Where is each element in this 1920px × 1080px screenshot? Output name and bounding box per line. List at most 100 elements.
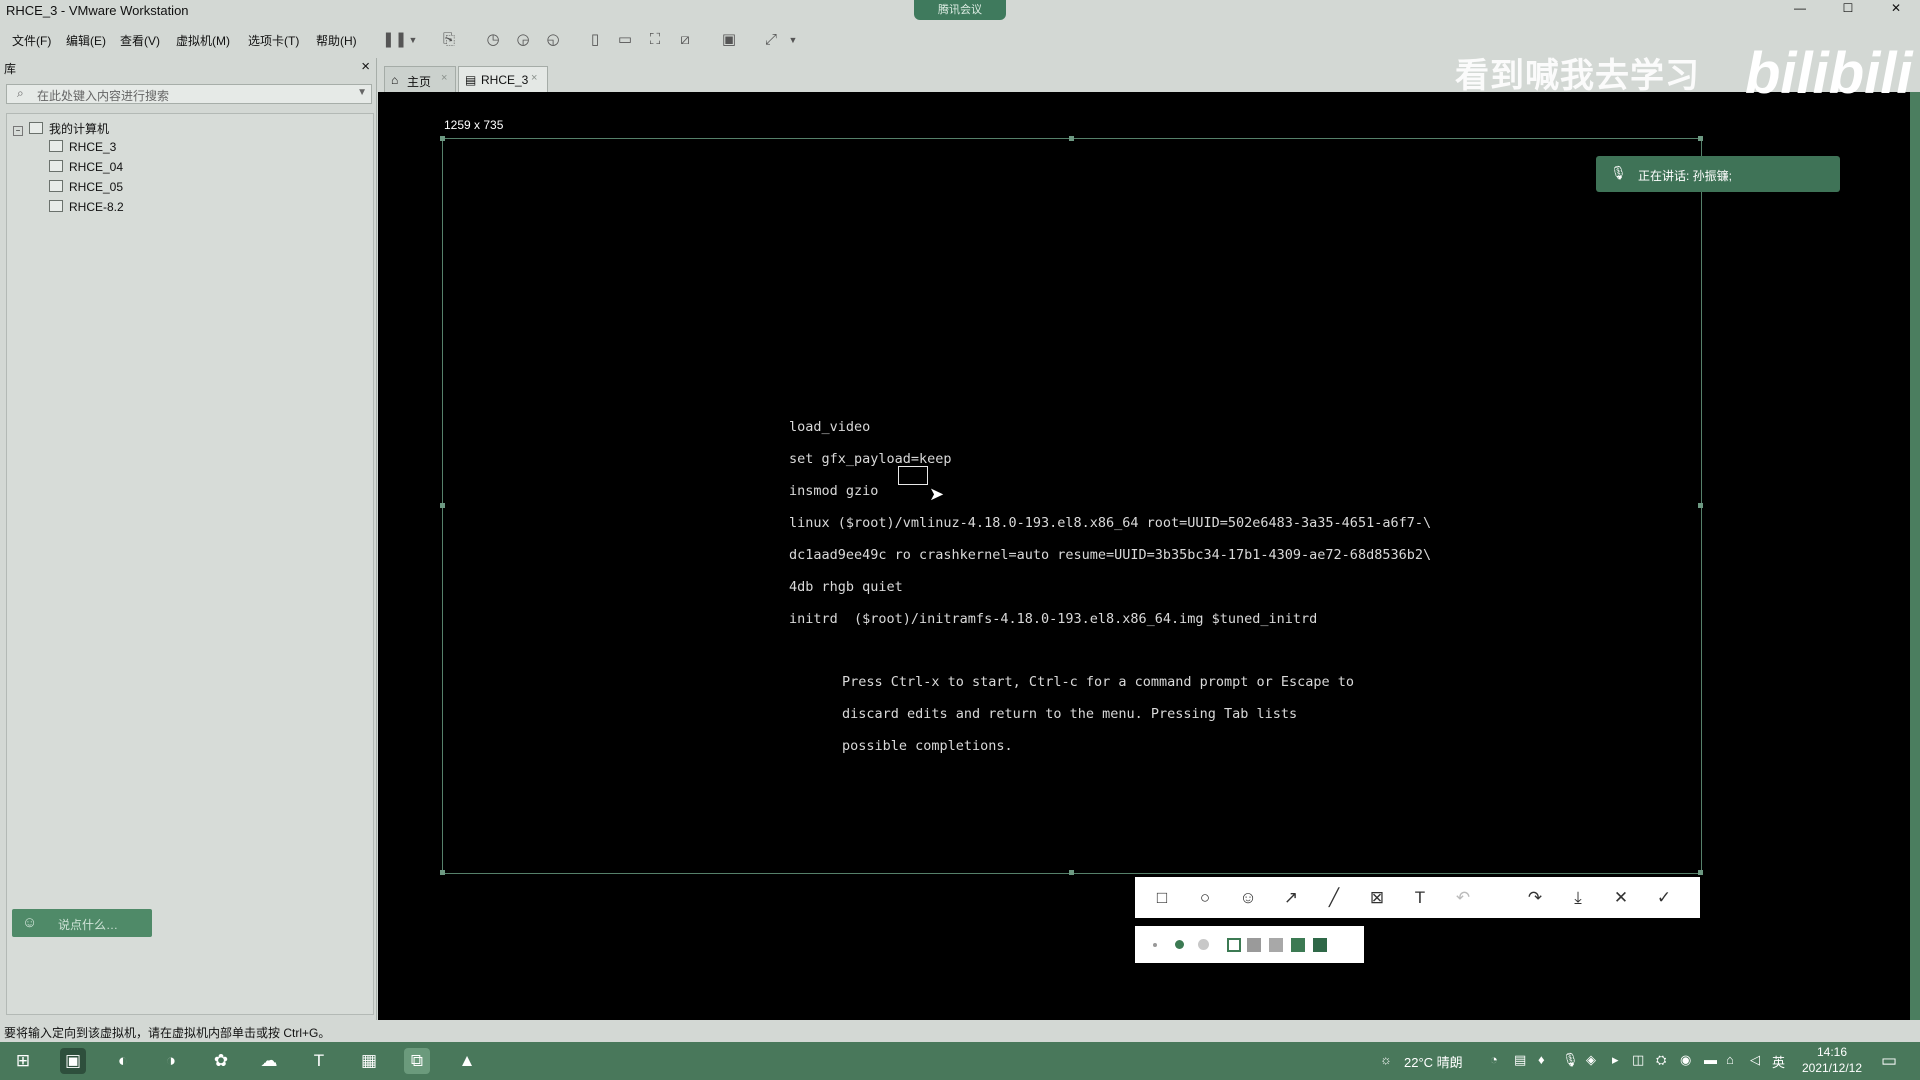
- confirm-icon[interactable]: ✓: [1651, 885, 1677, 911]
- weather-text[interactable]: 22°C 晴朗: [1404, 1052, 1463, 1071]
- tab-home[interactable]: ⌂ 主页 ×: [384, 66, 456, 93]
- battery-icon[interactable]: ▬: [1704, 1052, 1717, 1067]
- typora-icon[interactable]: T: [306, 1048, 332, 1074]
- app-icon[interactable]: ▣: [60, 1048, 86, 1074]
- stretch-icon[interactable]: ⤢: [762, 31, 780, 49]
- chevron-up-icon[interactable]: ▸: [1612, 1052, 1619, 1068]
- resize-handle[interactable]: [440, 870, 445, 875]
- resize-handle[interactable]: [440, 503, 445, 508]
- vm-icon: ▤: [465, 73, 477, 87]
- tray-icon[interactable]: ♦: [1538, 1052, 1545, 1067]
- app-icon[interactable]: ✿: [208, 1048, 234, 1074]
- color-swatch[interactable]: [1227, 938, 1241, 952]
- menu-file[interactable]: 文件(F): [12, 32, 51, 49]
- menu-vm[interactable]: 虚拟机(M): [176, 32, 230, 49]
- chevron-down-icon[interactable]: ▼: [784, 31, 802, 49]
- console-icon[interactable]: ▣: [720, 31, 738, 49]
- tree-item-vm[interactable]: RHCE_3: [49, 140, 116, 154]
- help-line: discard edits and return to the menu. Pr…: [842, 706, 1298, 722]
- thumbnail-bar-icon[interactable]: ▭: [616, 31, 634, 49]
- share-icon[interactable]: ↷: [1522, 885, 1548, 911]
- notification-icon[interactable]: ▭: [1876, 1048, 1902, 1074]
- close-window-button[interactable]: ✕: [1876, 1, 1916, 15]
- color-swatch[interactable]: [1269, 938, 1283, 952]
- tree-item-vm[interactable]: RHCE_04: [49, 160, 123, 174]
- minimize-button[interactable]: —: [1780, 1, 1820, 15]
- tab-rhce3[interactable]: ▤ RHCE_3 ×: [458, 66, 548, 93]
- emoji-tool-icon[interactable]: ☺: [1235, 885, 1261, 911]
- tray-icon[interactable]: ⛭: [1656, 1052, 1666, 1068]
- menu-view[interactable]: 查看(V): [120, 32, 160, 49]
- menu-edit[interactable]: 编辑(E): [66, 32, 106, 49]
- collapse-icon[interactable]: −: [13, 126, 23, 136]
- ellipse-tool-icon[interactable]: ○: [1192, 885, 1218, 911]
- snapshot-icon[interactable]: ◷: [484, 31, 502, 49]
- tray-icon[interactable]: ◈: [1586, 1052, 1596, 1068]
- cancel-icon[interactable]: ✕: [1608, 885, 1634, 911]
- full-screen-icon[interactable]: ⛶: [646, 31, 664, 49]
- menu-tabs[interactable]: 选项卡(T): [248, 32, 299, 49]
- watermark-text: 看到喊我去学习: [1455, 57, 1700, 95]
- resize-handle[interactable]: [1698, 136, 1703, 141]
- maximize-button[interactable]: ☐: [1828, 1, 1868, 15]
- snapshot-manager-icon[interactable]: ◵: [544, 31, 562, 49]
- tray-icon[interactable]: ▤: [1514, 1052, 1526, 1068]
- show-library-icon[interactable]: ▯: [586, 31, 604, 49]
- size-small-option[interactable]: [1153, 943, 1157, 947]
- meeting-indicator[interactable]: 腾讯会议: [914, 0, 1006, 20]
- color-swatch[interactable]: [1291, 938, 1305, 952]
- resize-handle[interactable]: [1069, 870, 1074, 875]
- size-medium-option[interactable]: [1175, 940, 1184, 949]
- clock[interactable]: 14:16 2021/12/12: [1786, 1044, 1878, 1076]
- edge-browser-icon[interactable]: ◐: [110, 1048, 136, 1074]
- unity-icon[interactable]: ⧄: [676, 31, 694, 49]
- excel-icon[interactable]: ▦: [356, 1048, 382, 1074]
- browser-icon[interactable]: ◑: [158, 1048, 184, 1074]
- library-close-button[interactable]: ×: [361, 58, 370, 75]
- vmware-icon[interactable]: ⧉: [404, 1048, 430, 1074]
- tree-root-my-computer[interactable]: − 我的计算机: [13, 120, 109, 137]
- chevron-down-icon[interactable]: ▼: [404, 31, 422, 49]
- rectangle-tool-icon[interactable]: □: [1149, 885, 1175, 911]
- close-tab-icon[interactable]: ×: [531, 72, 537, 84]
- resize-handle[interactable]: [1069, 136, 1074, 141]
- search-placeholder: 在此处键入内容进行搜索: [37, 89, 170, 103]
- app-icon[interactable]: ☁: [256, 1048, 282, 1074]
- resize-handle[interactable]: [1698, 503, 1703, 508]
- text-tool-icon[interactable]: T: [1407, 885, 1433, 911]
- microphone-icon[interactable]: 🎙: [1562, 1052, 1579, 1068]
- library-search-input[interactable]: ⌕ 在此处键入内容进行搜索 ▼: [6, 84, 372, 104]
- menu-help[interactable]: 帮助(H): [316, 32, 357, 49]
- windows-start-icon[interactable]: ⊞: [10, 1048, 36, 1074]
- mosaic-tool-icon[interactable]: ⊠: [1364, 885, 1390, 911]
- chat-input[interactable]: ☺ 说点什么…: [12, 909, 152, 937]
- speaking-text: 正在讲话: 孙振镰;: [1638, 169, 1733, 183]
- vm-icon: [49, 180, 63, 192]
- pause-icon[interactable]: ❚❚: [382, 31, 407, 49]
- network-icon[interactable]: ⌂: [1726, 1052, 1734, 1067]
- undo-icon[interactable]: ↶: [1450, 885, 1476, 911]
- download-icon[interactable]: ⤓: [1565, 885, 1591, 911]
- grub-entry-editor[interactable]: load_video set gfx_payload=keep insmod g…: [789, 403, 1431, 643]
- send-keys-icon[interactable]: ⎘: [440, 31, 458, 49]
- tray-icon[interactable]: ◔: [1490, 1052, 1498, 1067]
- tray-icon[interactable]: ◫: [1632, 1052, 1644, 1068]
- chevron-down-icon[interactable]: ▼: [357, 87, 367, 98]
- color-swatch[interactable]: [1247, 938, 1261, 952]
- arrow-tool-icon[interactable]: ↗: [1278, 885, 1304, 911]
- resize-handle[interactable]: [440, 136, 445, 141]
- volume-icon[interactable]: ◁: [1750, 1052, 1760, 1068]
- revert-snapshot-icon[interactable]: ◶: [514, 31, 532, 49]
- tree-item-vm[interactable]: RHCE_05: [49, 180, 123, 194]
- ime-indicator[interactable]: 英: [1772, 1052, 1785, 1071]
- tree-item-vm[interactable]: RHCE-8.2: [49, 200, 124, 214]
- emoji-icon[interactable]: ☺: [22, 914, 37, 931]
- mouse-cursor-icon: ➤: [929, 484, 945, 504]
- color-swatch[interactable]: [1313, 938, 1327, 952]
- resize-handle[interactable]: [1698, 870, 1703, 875]
- close-tab-icon[interactable]: ×: [441, 72, 447, 84]
- pen-tool-icon[interactable]: ╱: [1321, 885, 1347, 911]
- tray-icon[interactable]: ◉: [1680, 1052, 1691, 1068]
- size-large-option[interactable]: [1198, 939, 1209, 950]
- photos-icon[interactable]: ▲: [454, 1048, 480, 1074]
